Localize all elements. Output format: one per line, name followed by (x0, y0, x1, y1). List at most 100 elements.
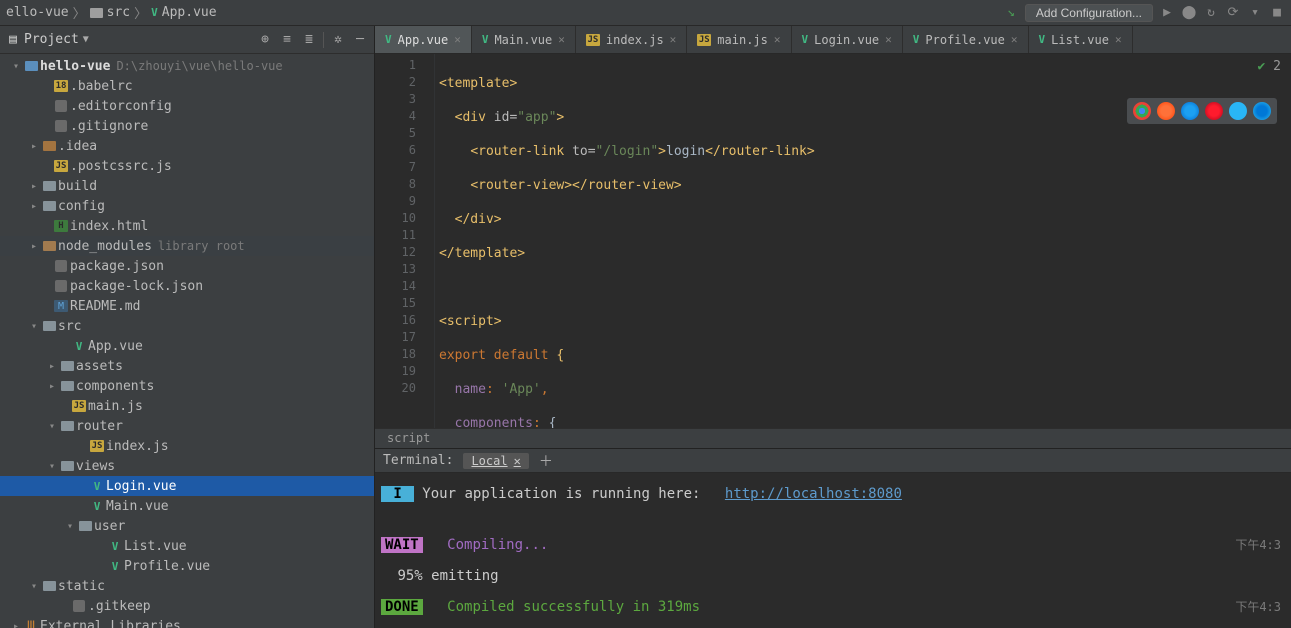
run-icon[interactable]: ▶ (1159, 5, 1175, 21)
terminal-new-tab[interactable]: ＋ (539, 451, 553, 471)
tree-file-loginvue[interactable]: ▸VLogin.vue (0, 476, 374, 496)
topbar: ello-vue 〉 src 〉 V App.vue ↘ Add Configu… (0, 0, 1291, 26)
tree-file[interactable]: ▸18.babelrc (0, 76, 374, 96)
chrome-icon[interactable] (1133, 102, 1151, 120)
json-icon (55, 260, 67, 272)
tree-folder-user[interactable]: ▾user (0, 516, 374, 536)
close-tab-icon[interactable]: ✕ (454, 33, 461, 46)
tree-file[interactable]: ▸VList.vue (0, 536, 374, 556)
tree-file[interactable]: ▸VMain.vue (0, 496, 374, 516)
safari-icon[interactable] (1181, 102, 1199, 120)
tree-folder[interactable]: ▸assets (0, 356, 374, 376)
editor-tab[interactable]: JS index.js ✕ (576, 26, 687, 53)
close-tab-icon[interactable]: ✕ (885, 33, 892, 46)
config-icon (55, 100, 67, 112)
ie-icon[interactable] (1229, 102, 1247, 120)
edge-icon[interactable] (1253, 102, 1271, 120)
browser-preview-icons (1127, 98, 1277, 124)
tree-folder[interactable]: ▸components (0, 376, 374, 396)
tab-label: index.js (606, 33, 664, 47)
tree-folder-views[interactable]: ▾views (0, 456, 374, 476)
info-badge: I (381, 486, 414, 502)
tree-file[interactable]: ▸JSindex.js (0, 436, 374, 456)
editor-tab[interactable]: VApp.vue✕ (375, 26, 472, 53)
vue-icon: V (1039, 33, 1046, 46)
vue-icon: V (76, 340, 83, 353)
debug-icon[interactable]: ⬤ (1181, 5, 1197, 21)
tree-root[interactable]: ▾hello-vueD:\zhouyi\vue\hello-vue (0, 56, 374, 76)
project-panel-header: ▤ Project ▼ ⊕ ≡ ≣ ✲ ─ (0, 26, 374, 54)
tree-folder-src[interactable]: ▾src (0, 316, 374, 336)
run-coverage-icon[interactable]: ↻ (1203, 5, 1219, 21)
close-tab-icon[interactable]: ✕ (1115, 33, 1122, 46)
terminal-output[interactable]: I Your application is running here: http… (375, 473, 1291, 628)
js-icon: JS (697, 34, 711, 46)
breadcrumb[interactable]: ello-vue 〉 src 〉 V App.vue (6, 3, 217, 22)
breadcrumb-file[interactable]: V App.vue (151, 5, 216, 20)
opera-icon[interactable] (1205, 102, 1223, 120)
tree-folder-static[interactable]: ▾static (0, 576, 374, 596)
terminal-url-link[interactable]: http://localhost:8080 (725, 486, 902, 502)
tree-file[interactable]: ▸.gitkeep (0, 596, 374, 616)
tree-file[interactable]: ▸JSmain.js (0, 396, 374, 416)
close-tab-icon[interactable]: ✕ (558, 33, 565, 46)
close-tab-icon[interactable]: ✕ (774, 33, 781, 46)
inspection-status[interactable]: ✔ 2 (1258, 58, 1281, 75)
editor-tab[interactable]: VMain.vue✕ (472, 26, 576, 53)
add-configuration-button[interactable]: Add Configuration... (1025, 4, 1153, 22)
tree-file[interactable]: ▸.gitignore (0, 116, 374, 136)
project-panel-title[interactable]: ▤ Project ▼ (6, 32, 89, 47)
done-badge: DONE (381, 599, 423, 615)
terminal-header: Terminal: Local✕ ＋ (375, 449, 1291, 473)
breadcrumb-root[interactable]: ello-vue (6, 5, 69, 20)
breadcrumb-src[interactable]: src (90, 5, 130, 20)
editor-tab[interactable]: VLogin.vue✕ (792, 26, 903, 53)
tree-file[interactable]: ▸Hindex.html (0, 216, 374, 236)
vcs2-icon[interactable]: ▾ (1247, 5, 1263, 21)
tree-external-libraries[interactable]: ▸ⅢExternal Libraries (0, 616, 374, 628)
terminal-tab-local[interactable]: Local✕ (463, 453, 528, 469)
stop-icon[interactable]: ■ (1269, 5, 1285, 21)
tree-folder[interactable]: ▸.idea (0, 136, 374, 156)
tab-label: main.js (717, 33, 768, 47)
vcs-icon[interactable]: ⟳ (1225, 5, 1241, 21)
tree-file[interactable]: ▸.editorconfig (0, 96, 374, 116)
editor-tab[interactable]: JS main.js ✕ (687, 26, 791, 53)
breadcrumb-sep: 〉 (73, 3, 86, 22)
tree-file-appvue[interactable]: ▸VApp.vue (0, 336, 374, 356)
close-tab-icon[interactable]: ✕ (670, 33, 677, 46)
project-tree[interactable]: ▾hello-vueD:\zhouyi\vue\hello-vue ▸18.ba… (0, 54, 374, 628)
hammer-icon[interactable]: ↘ (1003, 5, 1019, 21)
tab-label: App.vue (398, 33, 449, 47)
code-content[interactable]: <template> <div id="app"> <router-link t… (435, 54, 1291, 428)
collapse-icon[interactable]: ≣ (301, 32, 317, 48)
expand-icon[interactable]: ≡ (279, 32, 295, 48)
vue-icon: V (94, 500, 101, 513)
close-icon[interactable]: ✕ (514, 454, 521, 468)
settings-icon[interactable]: ✲ (330, 32, 346, 48)
code-editor[interactable]: 1234567891011121314151617181920 <templat… (375, 54, 1291, 428)
editor-tab[interactable]: VProfile.vue✕ (903, 26, 1029, 53)
js-icon: JS (586, 34, 600, 46)
editor-tab[interactable]: VList.vue✕ (1029, 26, 1133, 53)
firefox-icon[interactable] (1157, 102, 1175, 120)
editor-breadcrumb[interactable]: script (375, 428, 1291, 448)
tree-file[interactable]: ▸JS.postcssrc.js (0, 156, 374, 176)
md-icon: M (54, 300, 68, 312)
close-tab-icon[interactable]: ✕ (1011, 33, 1018, 46)
tree-folder[interactable]: ▸config (0, 196, 374, 216)
tree-file[interactable]: ▸package-lock.json (0, 276, 374, 296)
tree-folder[interactable]: ▸build (0, 176, 374, 196)
vue-icon: V (802, 33, 809, 46)
locate-icon[interactable]: ⊕ (257, 32, 273, 48)
tree-folder-node-modules[interactable]: ▸node_moduleslibrary root (0, 236, 374, 256)
breadcrumb-sep: 〉 (134, 3, 147, 22)
tree-file[interactable]: ▸package.json (0, 256, 374, 276)
tab-label: Profile.vue (925, 33, 1004, 47)
js-icon: JS (72, 400, 86, 412)
js-icon: JS (54, 160, 68, 172)
hide-icon[interactable]: ─ (352, 32, 368, 48)
tree-file[interactable]: ▸MREADME.md (0, 296, 374, 316)
tree-folder-router[interactable]: ▾router (0, 416, 374, 436)
tree-file[interactable]: ▸VProfile.vue (0, 556, 374, 576)
